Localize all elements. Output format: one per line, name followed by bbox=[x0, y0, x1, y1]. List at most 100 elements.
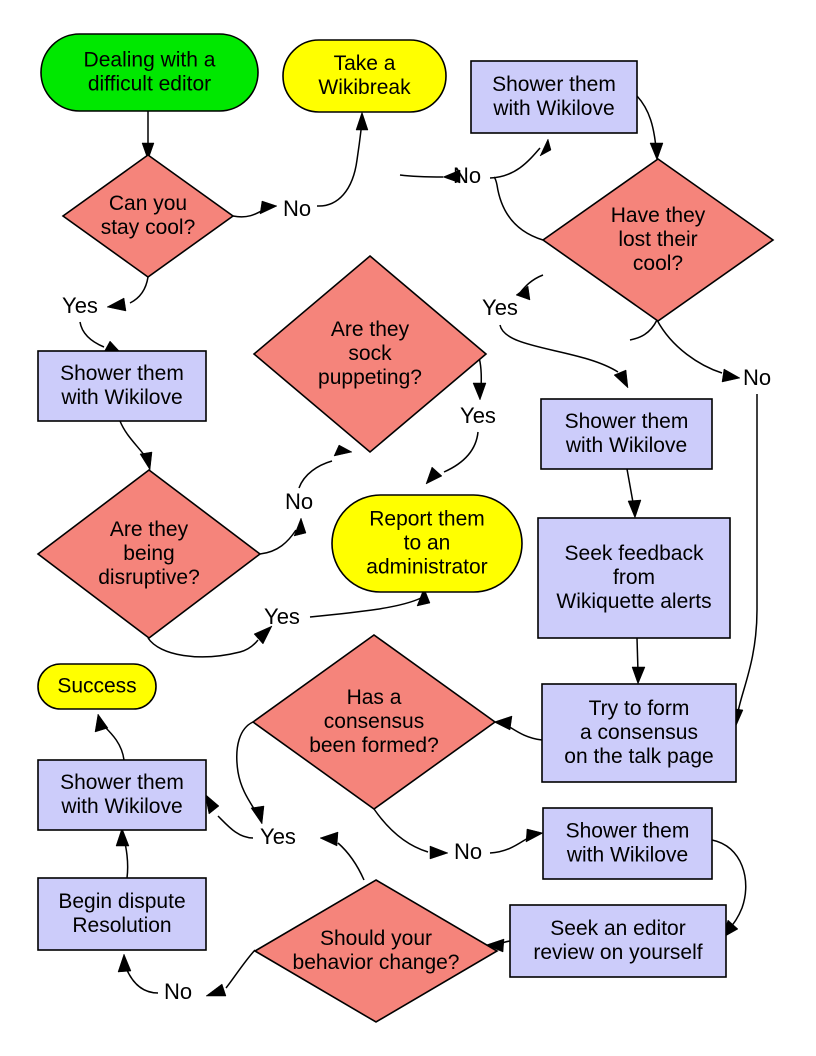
node-staycool[interactable]: Can you stay cool? bbox=[61, 154, 235, 278]
arrowhead-staycool-no bbox=[259, 200, 278, 215]
flowchart-canvas: Dealing with a difficult editor Take a Wiki… bbox=[0, 0, 816, 1056]
edge-lostcool-to-no-top bbox=[493, 176, 544, 241]
arrowhead-no-behavior bbox=[205, 983, 227, 997]
edge-consensus-to-no bbox=[373, 808, 429, 853]
edge-label-lbl-no-staycool: No bbox=[283, 196, 311, 221]
arrowhead-shower3-top bbox=[613, 369, 629, 389]
flowchart-svg: Dealing with a difficult editor Take a Wiki… bbox=[36, 33, 775, 1023]
edge-no-to-sockpuppet bbox=[298, 460, 333, 489]
node-shape-consensus bbox=[251, 634, 497, 810]
node-report[interactable]: Report them to an administrator bbox=[331, 494, 523, 593]
node-shape-shower1 bbox=[470, 60, 638, 134]
node-lostcool[interactable]: Have they lost their cool? bbox=[541, 158, 775, 322]
edge-shower1-to-lostcool bbox=[636, 95, 657, 149]
node-talkpage[interactable]: Try to form a consensus on the talk page bbox=[541, 683, 737, 783]
arrowhead-shower1-bottom bbox=[539, 138, 552, 157]
edge-no-to-wikibreak bbox=[316, 121, 363, 207]
edge-yes-to-shower3 bbox=[499, 324, 619, 373]
arrowhead-yes-consensus bbox=[250, 805, 265, 825]
edge-lostcool-to-yes bbox=[629, 319, 658, 341]
node-shape-report bbox=[331, 494, 523, 593]
arrowhead-shower5-left bbox=[525, 828, 544, 843]
node-shape-wikiquette bbox=[537, 517, 731, 639]
edge-label-lbl-yes-disruptive: Yes bbox=[264, 604, 300, 629]
edge-lostcool-to-no-right bbox=[656, 319, 723, 374]
arrowhead-consensus-right bbox=[493, 715, 513, 731]
edge-label-lbl-no-sock: No bbox=[285, 489, 313, 514]
arrowhead-wikibreak bbox=[355, 111, 369, 131]
nodes-layer: Dealing with a difficult editor Take a Wiki… bbox=[36, 33, 775, 1023]
edge-no-right-to-talkpage bbox=[737, 394, 758, 713]
node-wikiquette[interactable]: Seek feedback from Wikiquette alerts bbox=[537, 517, 731, 639]
edge-behavior-to-no bbox=[225, 949, 256, 989]
node-shape-talkpage bbox=[541, 683, 737, 783]
edge-label-lbl-no-behavior: No bbox=[164, 979, 192, 1004]
node-shower5[interactable]: Shower them with Wikilove bbox=[542, 807, 713, 880]
edge-label-lbl-yes-sock: Yes bbox=[460, 403, 496, 428]
node-shape-start bbox=[40, 33, 259, 112]
edge-staycool-to-yes bbox=[129, 276, 149, 304]
arrowhead-wikiquette-top bbox=[627, 499, 642, 519]
edge-no-to-shower5 bbox=[489, 837, 529, 854]
edge-label-lbl-no-lostcool-top: No bbox=[453, 163, 481, 188]
edge-consensus-to-yes bbox=[236, 721, 257, 813]
arrowhead-no-consensus bbox=[429, 845, 449, 860]
arrowhead-talkpage-top bbox=[631, 666, 646, 685]
node-shape-success bbox=[37, 663, 157, 710]
edge-label-lbl-no-consensus: No bbox=[454, 839, 482, 864]
node-shower3[interactable]: Shower them with Wikilove bbox=[540, 398, 713, 470]
arrowhead-sockpuppet-bottom bbox=[333, 444, 353, 457]
node-shower1[interactable]: Shower them with Wikilove bbox=[470, 60, 638, 134]
node-shape-wikibreak bbox=[282, 39, 447, 113]
node-start[interactable]: Dealing with a difficult editor bbox=[40, 33, 259, 112]
edge-label-lbl-yes-lostcool: Yes bbox=[482, 295, 518, 320]
arrowhead-no-disruptive bbox=[293, 517, 307, 537]
arrowhead-shower4-right bbox=[204, 793, 220, 815]
node-shape-shower5 bbox=[542, 807, 713, 880]
edge-disruptive-to-yes-consensus bbox=[147, 637, 259, 658]
node-shape-disruptive bbox=[36, 468, 262, 640]
edge-yes-to-shower2 bbox=[79, 321, 105, 348]
arrowhead-lostcool-top bbox=[649, 142, 664, 161]
edge-label-lbl-no-lostcool-right: No bbox=[743, 365, 771, 390]
node-shape-shower4 bbox=[37, 759, 207, 831]
edge-arrow-no-top-tail bbox=[399, 174, 444, 178]
node-shape-shower3 bbox=[540, 398, 713, 470]
edge-talkpage-to-consensus bbox=[507, 725, 543, 741]
edge-label-lbl-yes-consensus: Yes bbox=[260, 824, 296, 849]
edge-behavior-to-yes bbox=[337, 842, 365, 881]
arrowhead-yes-lostcool bbox=[515, 285, 531, 301]
arrowhead-report-top bbox=[425, 466, 443, 485]
arrowhead-yes-behavior bbox=[319, 831, 339, 847]
edge-yes-to-shower4 bbox=[217, 815, 254, 839]
node-shape-editorreview bbox=[509, 904, 727, 978]
node-wikibreak[interactable]: Take a Wikibreak bbox=[282, 39, 447, 113]
node-success[interactable]: Success bbox=[37, 663, 157, 710]
node-sockpuppet[interactable]: Are they sock puppeting? bbox=[252, 254, 488, 454]
node-behavior[interactable]: Should your behavior change? bbox=[253, 879, 499, 1023]
node-shape-behavior bbox=[253, 879, 499, 1023]
edge-disruptive-to-no bbox=[259, 529, 297, 555]
node-shape-shower2 bbox=[37, 350, 207, 422]
edge-no-to-shower1 bbox=[489, 147, 541, 179]
node-shape-lostcool bbox=[541, 158, 775, 322]
edge-label-lbl-yes-staycool: Yes bbox=[62, 293, 98, 318]
node-shower4[interactable]: Shower them with Wikilove bbox=[37, 759, 207, 831]
node-shower2[interactable]: Shower them with Wikilove bbox=[37, 350, 207, 422]
arrowhead-yes-sockpuppet bbox=[472, 382, 487, 401]
edge-yes-to-report bbox=[443, 431, 479, 473]
node-consensus[interactable]: Has a consensus been formed? bbox=[251, 634, 497, 810]
node-editorreview[interactable]: Seek an editor review on yourself bbox=[509, 904, 727, 978]
node-shape-sockpuppet bbox=[252, 254, 488, 454]
arrowhead-yes-staycool bbox=[106, 297, 127, 312]
edge-yes-to-report-bottom bbox=[309, 597, 422, 618]
arrowhead-no-right bbox=[721, 368, 741, 383]
node-shape-staycool bbox=[61, 154, 235, 278]
arrowhead-disruptive-top bbox=[139, 451, 153, 471]
node-dispute[interactable]: Begin dispute Resolution bbox=[37, 877, 207, 951]
arrowhead-dispute-bottom bbox=[117, 953, 132, 973]
edge-no-to-dispute bbox=[125, 967, 159, 994]
edge-shower4-to-success bbox=[103, 725, 125, 761]
node-disruptive[interactable]: Are they being disruptive? bbox=[36, 468, 262, 640]
node-shape-dispute bbox=[37, 877, 207, 951]
